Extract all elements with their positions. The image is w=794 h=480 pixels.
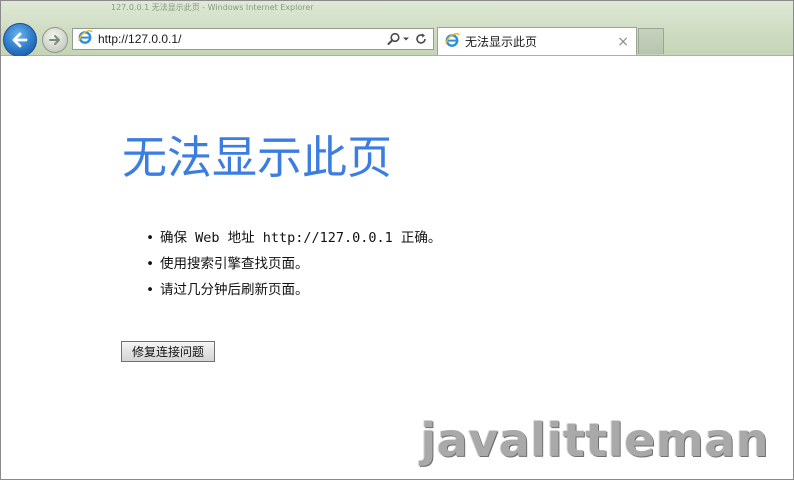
window-title: 127.0.0.1 无法显示此页 - Windows Internet Expl… xyxy=(111,3,314,12)
ie-logo-icon xyxy=(77,29,93,49)
fix-connection-button[interactable]: 修复连接问题 xyxy=(121,341,215,362)
chevron-down-icon[interactable] xyxy=(402,31,410,47)
ie-logo-icon xyxy=(444,32,460,52)
tab-active[interactable]: 无法显示此页 × xyxy=(437,27,637,55)
bullet: • xyxy=(146,256,155,272)
tip-text: 确保 Web 地址 http://127.0.0.1 正确。 xyxy=(160,230,442,246)
close-icon[interactable]: × xyxy=(617,34,629,50)
watermark: javalittleman xyxy=(420,413,769,467)
browser-toolbar: 127.0.0.1 无法显示此页 - Windows Internet Expl… xyxy=(1,1,793,57)
list-item: • 请过几分钟后刷新页面。 xyxy=(146,277,441,303)
bullet: • xyxy=(146,282,155,298)
back-arrow-icon xyxy=(12,32,28,48)
url-text[interactable]: http://127.0.0.1/ xyxy=(98,32,383,46)
tab-title: 无法显示此页 xyxy=(465,35,538,49)
refresh-icon[interactable] xyxy=(413,31,429,47)
browser-window: 127.0.0.1 无法显示此页 - Windows Internet Expl… xyxy=(0,0,794,480)
bullet: • xyxy=(146,230,155,246)
forward-button[interactable] xyxy=(42,27,68,53)
tips-list: • 确保 Web 地址 http://127.0.0.1 正确。 • 使用搜索引擎查… xyxy=(146,225,441,303)
search-icon[interactable] xyxy=(386,31,402,47)
tip-text: 请过几分钟后刷新页面。 xyxy=(160,282,309,298)
new-tab-button[interactable] xyxy=(638,28,664,54)
page-title: 无法显示此页 xyxy=(122,131,393,184)
list-item: • 确保 Web 地址 http://127.0.0.1 正确。 xyxy=(146,225,441,251)
back-button[interactable] xyxy=(3,23,37,57)
list-item: • 使用搜索引擎查找页面。 xyxy=(146,251,441,277)
tip-text: 使用搜索引擎查找页面。 xyxy=(160,256,309,272)
forward-arrow-icon xyxy=(49,35,60,45)
address-bar[interactable]: http://127.0.0.1/ xyxy=(72,28,434,50)
